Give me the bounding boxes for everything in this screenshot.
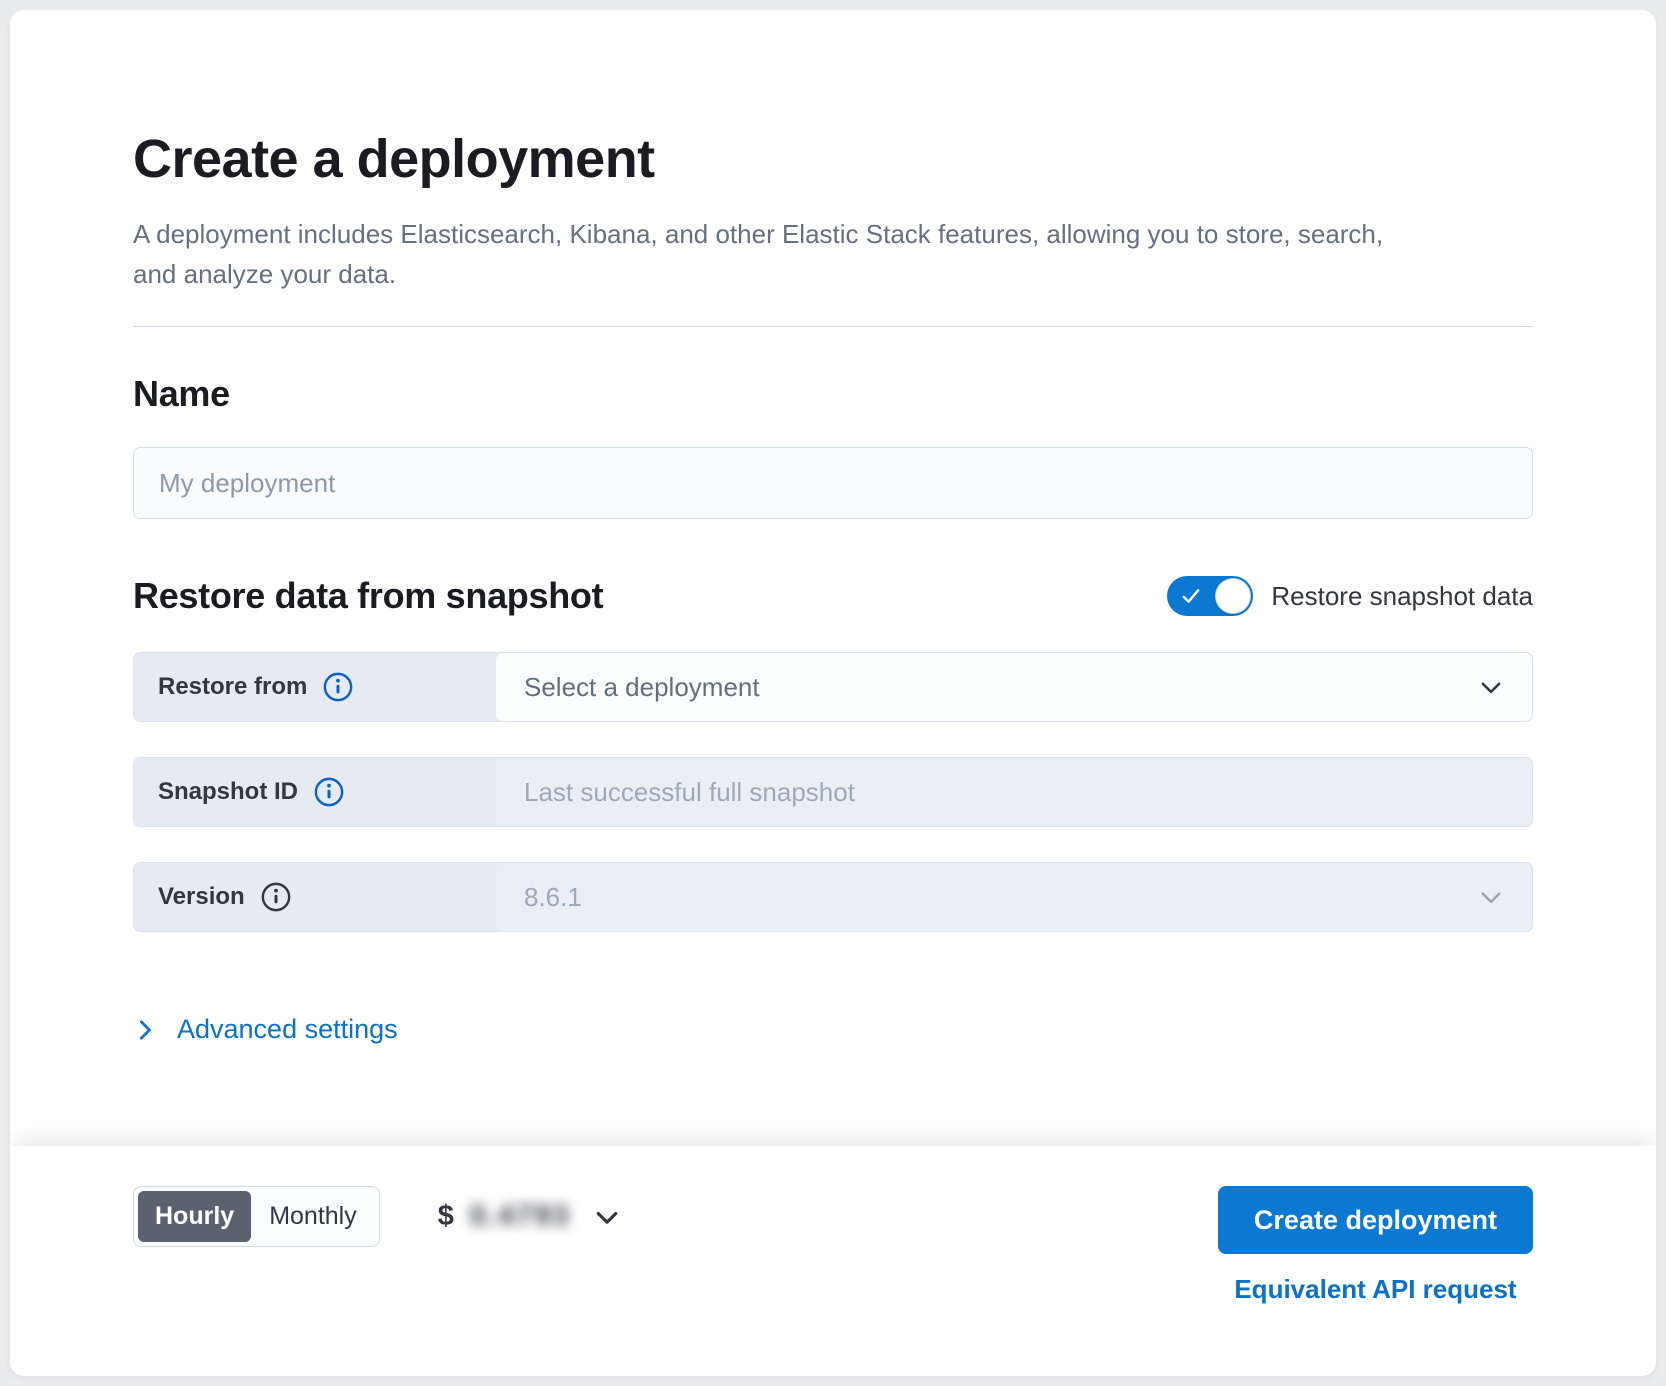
snapshot-id-label-text: Snapshot ID xyxy=(158,778,298,806)
snapshot-section-header: Restore data from snapshot Restore snaps… xyxy=(133,575,1533,617)
version-value: 8.6.1 xyxy=(524,882,582,913)
snapshot-heading: Restore data from snapshot xyxy=(133,575,603,617)
advanced-settings-label: Advanced settings xyxy=(177,1014,398,1045)
snapshot-id-label: Snapshot ID xyxy=(134,758,496,826)
create-deployment-card: Create a deployment A deployment include… xyxy=(10,10,1656,1376)
deployment-name-input[interactable] xyxy=(133,447,1533,519)
advanced-settings-link[interactable]: Advanced settings xyxy=(133,1014,398,1045)
restore-from-label: Restore from xyxy=(134,653,496,721)
snapshot-id-row: Snapshot ID Last successful full snapsho… xyxy=(133,757,1533,827)
version-row: Version 8.6.1 xyxy=(133,862,1533,932)
version-select: 8.6.1 xyxy=(496,863,1532,931)
price-summary[interactable]: $ 0.4793 xyxy=(438,1200,621,1233)
snapshot-id-input-wrap: Last successful full snapshot xyxy=(496,758,1532,826)
page-subtitle: A deployment includes Elasticsearch, Kib… xyxy=(133,214,1423,294)
page-title: Create a deployment xyxy=(133,128,1533,190)
restore-snapshot-toggle-group: Restore snapshot data xyxy=(1167,576,1533,616)
header-divider xyxy=(133,326,1533,327)
info-icon[interactable] xyxy=(323,672,353,702)
check-icon xyxy=(1179,584,1203,608)
billing-interval-switch: Hourly Monthly xyxy=(133,1186,380,1247)
name-heading: Name xyxy=(133,373,1533,415)
chevron-down-icon xyxy=(1478,884,1504,910)
billing-controls: Hourly Monthly $ 0.4793 xyxy=(133,1186,621,1247)
restore-from-value: Select a deployment xyxy=(524,672,760,703)
version-label: Version xyxy=(134,863,496,931)
chevron-right-icon xyxy=(133,1018,157,1042)
version-label-text: Version xyxy=(158,883,245,911)
main-content: Create a deployment A deployment include… xyxy=(10,10,1656,1146)
restore-snapshot-toggle[interactable] xyxy=(1167,576,1253,616)
equivalent-api-request-link[interactable]: Equivalent API request xyxy=(1234,1274,1516,1305)
toggle-knob xyxy=(1215,578,1251,614)
toggle-label: Restore snapshot data xyxy=(1271,581,1533,612)
info-icon[interactable] xyxy=(314,777,344,807)
cta-column: Create deployment Equivalent API request xyxy=(1218,1186,1533,1305)
restore-from-select[interactable]: Select a deployment xyxy=(496,653,1532,721)
info-icon[interactable] xyxy=(261,882,291,912)
create-deployment-button[interactable]: Create deployment xyxy=(1218,1186,1533,1254)
snapshot-id-placeholder: Last successful full snapshot xyxy=(524,777,855,808)
bottom-bar: Hourly Monthly $ 0.4793 Create deploymen… xyxy=(10,1146,1656,1376)
name-section: Name xyxy=(133,373,1533,519)
billing-monthly-button[interactable]: Monthly xyxy=(251,1191,375,1242)
price-currency: $ xyxy=(438,1200,454,1233)
restore-from-row: Restore from Select a deployment xyxy=(133,652,1533,722)
billing-hourly-button[interactable]: Hourly xyxy=(138,1191,251,1242)
price-value-blurred: 0.4793 xyxy=(470,1200,571,1233)
chevron-down-icon xyxy=(1478,674,1504,700)
chevron-down-icon xyxy=(593,1203,621,1231)
restore-from-label-text: Restore from xyxy=(158,673,307,701)
